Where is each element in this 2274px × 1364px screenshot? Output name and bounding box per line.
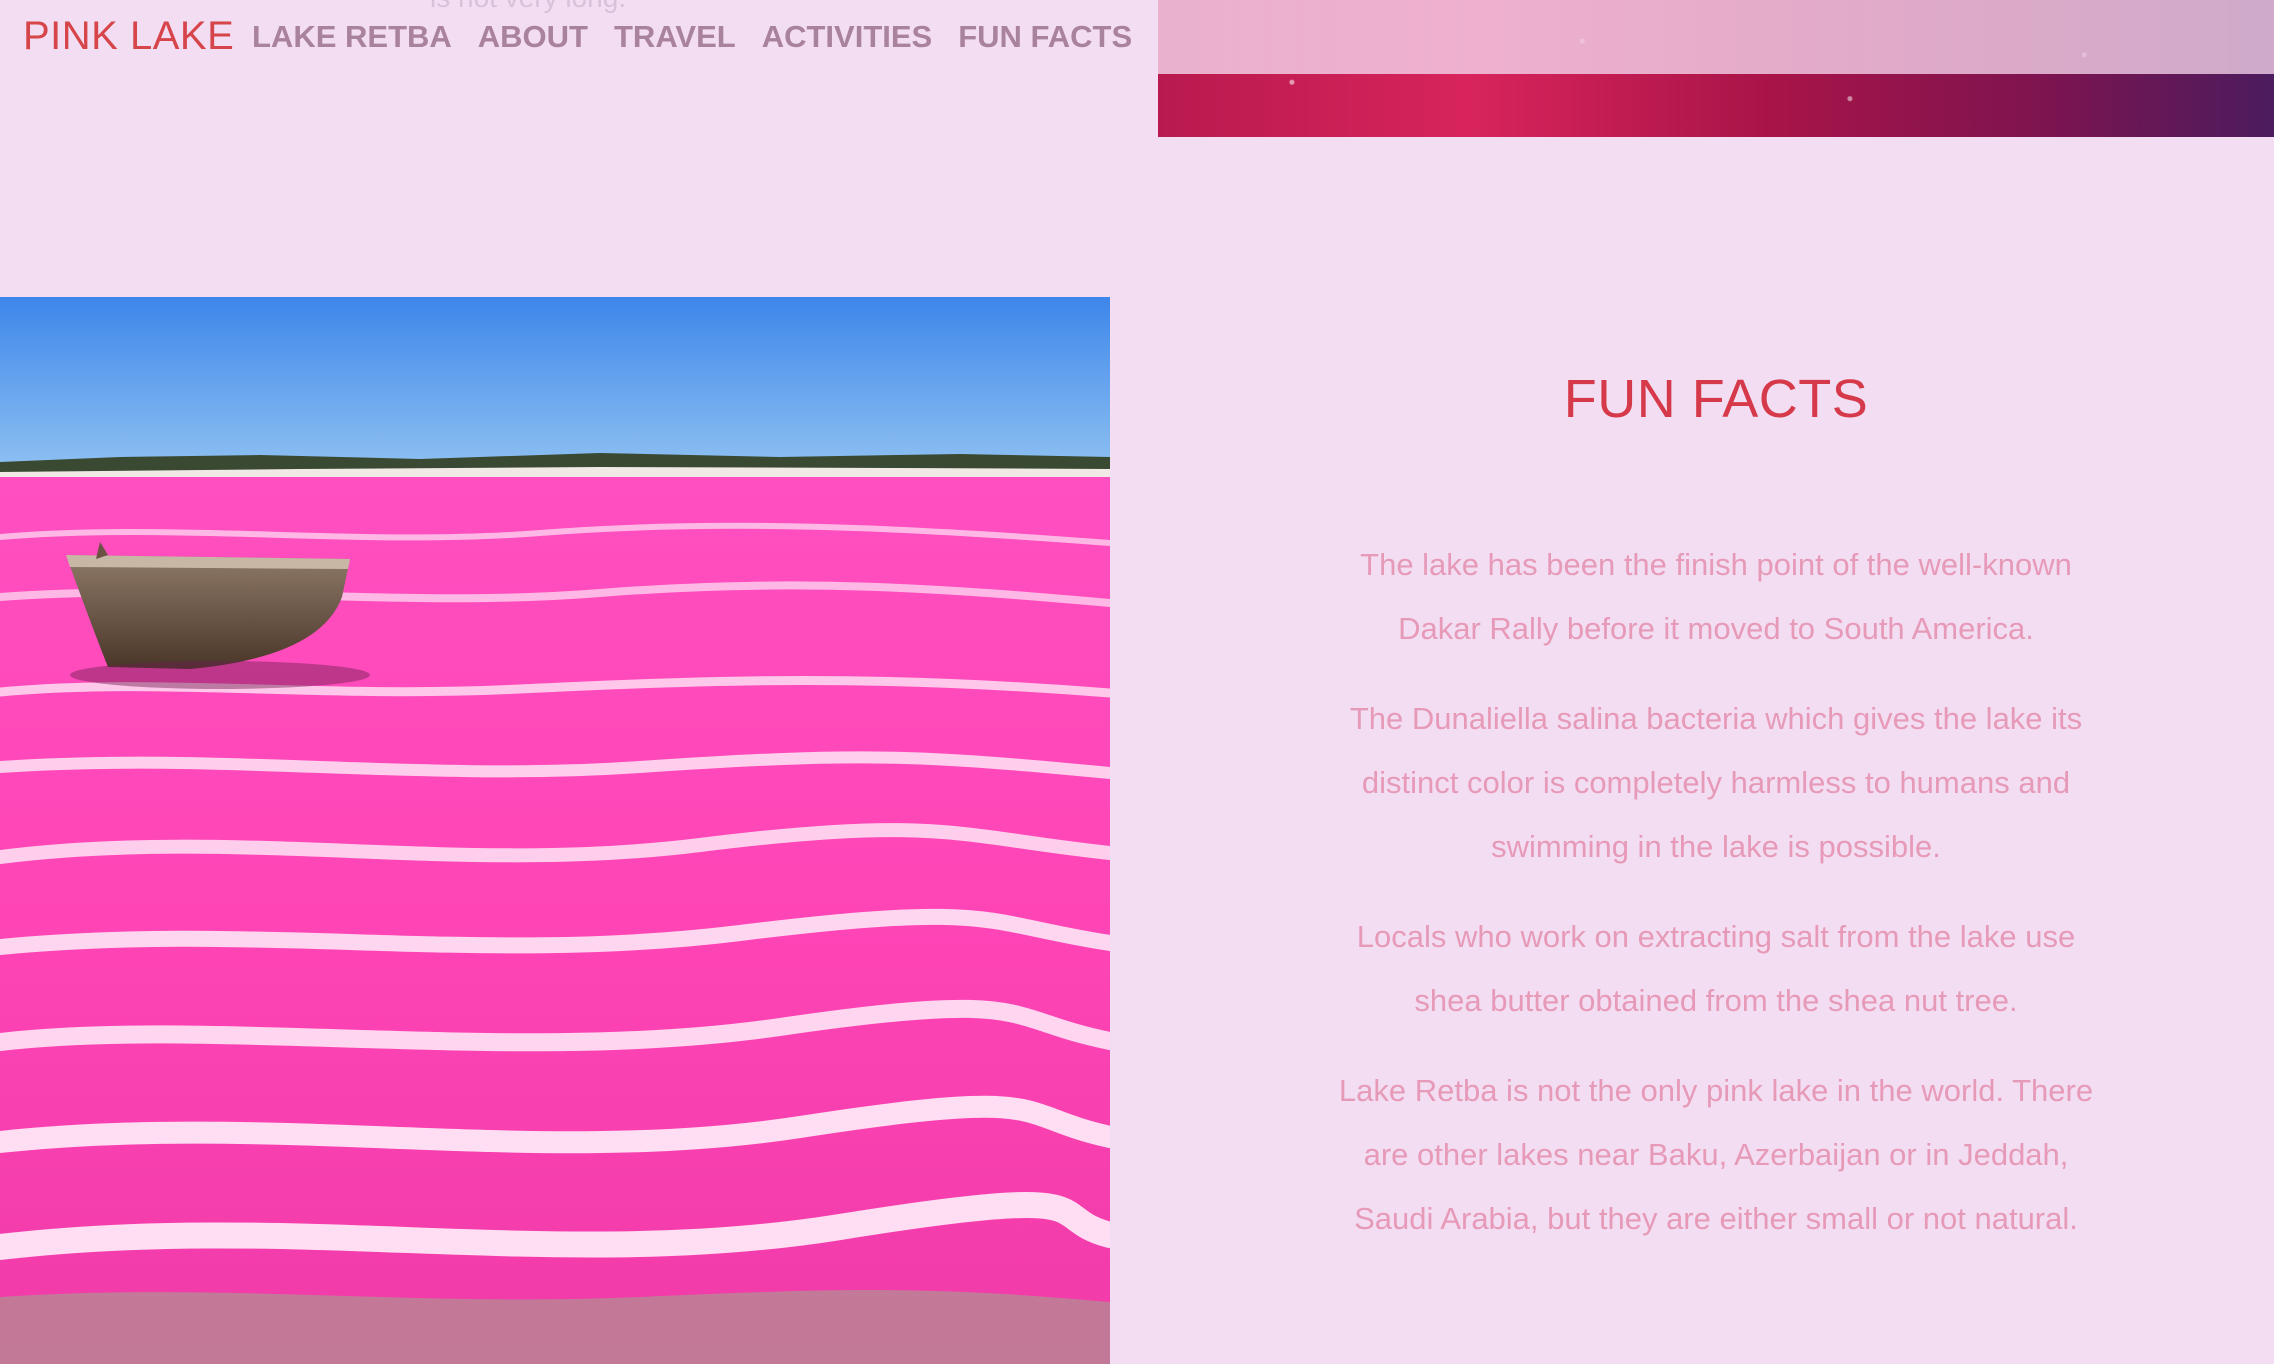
- nav-link-fun-facts[interactable]: FUN FACTS: [958, 17, 1132, 57]
- fun-fact: The Dunaliella salina bacteria which giv…: [1349, 701, 2083, 864]
- fun-fact: Lake Retba is not the only pink lake in …: [1338, 1073, 2094, 1236]
- nav-item: FUN FACTS: [958, 17, 1132, 57]
- fun-fact: Locals who work on extracting salt from …: [1356, 919, 2076, 1018]
- brand-link[interactable]: PINK LAKE: [23, 12, 234, 60]
- pink-lake-boat-image: [0, 297, 1110, 1364]
- nav-link-travel[interactable]: TRAVEL: [614, 17, 736, 57]
- nav-link-about[interactable]: ABOUT: [478, 17, 588, 57]
- navbar-overlay: [1158, 0, 2274, 74]
- nav-item: LAKE RETBA: [252, 17, 452, 57]
- fun-facts-section: FUN FACTS The lake has been the finish p…: [1158, 297, 2274, 1364]
- nav-item: ACTIVITIES: [762, 17, 933, 57]
- scrolled-behind-text: is not very long.: [430, 0, 626, 14]
- nav-item: ABOUT: [478, 17, 588, 57]
- lake-water-image-top: [1158, 0, 2274, 137]
- nav-link-lake-retba[interactable]: LAKE RETBA: [252, 17, 452, 57]
- navbar: is not very long. PINK LAKE LAKE RETBA A…: [0, 0, 1158, 74]
- nav-links: LAKE RETBA ABOUT TRAVEL ACTIVITIES FUN F…: [252, 17, 1132, 57]
- fun-fact: The lake has been the finish point of th…: [1360, 547, 2072, 646]
- nav-item: TRAVEL: [614, 17, 736, 57]
- fun-facts-heading: FUN FACTS: [1563, 369, 1869, 429]
- nav-link-activities[interactable]: ACTIVITIES: [762, 17, 933, 57]
